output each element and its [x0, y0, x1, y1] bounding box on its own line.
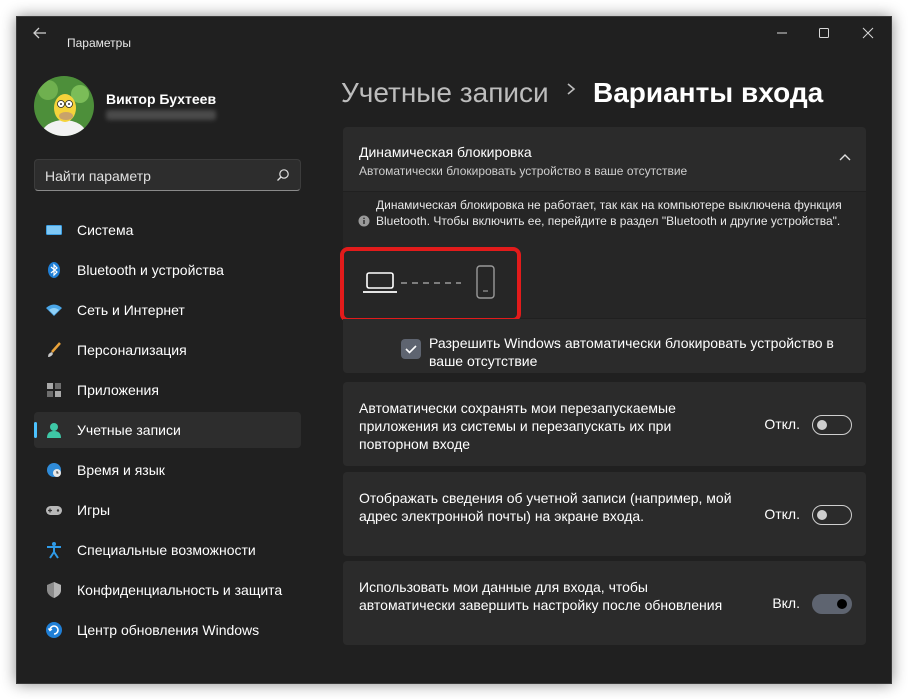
avatar[interactable]	[34, 76, 94, 136]
app-title: Параметры	[67, 36, 131, 50]
sidebar-item-label: Время и язык	[77, 462, 165, 478]
auto-lock-checkbox-label[interactable]: Разрешить Windows автоматически блокиров…	[429, 334, 849, 370]
search-box[interactable]	[34, 159, 301, 191]
gamepad-icon	[45, 501, 63, 519]
user-email-blurred	[106, 110, 216, 120]
sidebar-item-apps[interactable]: Приложения	[34, 372, 301, 408]
toggle-knob	[817, 420, 827, 430]
globe-clock-icon	[45, 461, 63, 479]
accessibility-icon	[45, 541, 63, 559]
toggle-switch[interactable]	[812, 594, 852, 614]
sidebar-item-label: Персонализация	[77, 342, 187, 358]
dynamic-lock-header[interactable]: Динамическая блокировка Автоматически бл…	[343, 127, 866, 191]
settings-window: Параметры Виктор Бухтеев Найти параметр …	[16, 16, 892, 684]
wifi-icon	[45, 301, 63, 319]
sidebar-item-label: Сеть и Интернет	[77, 302, 185, 318]
highlight-annotation	[340, 247, 521, 322]
title-bar: Параметры	[17, 17, 891, 51]
auto-lock-checkbox[interactable]	[401, 339, 421, 359]
breadcrumb-separator	[565, 79, 577, 105]
dynamic-lock-checkbox-row: Разрешить Windows автоматически блокиров…	[343, 319, 866, 373]
toggle-state-label: Откл.	[764, 506, 800, 522]
sidebar-item-label: Центр обновления Windows	[77, 622, 260, 638]
setting-card-account-details: Отображать сведения об учетной записи (н…	[343, 472, 866, 556]
sidebar-item-network[interactable]: Сеть и Интернет	[34, 292, 301, 328]
user-name: Виктор Бухтеев	[106, 91, 217, 107]
sidebar-item-label: Конфиденциальность и защита	[77, 582, 283, 598]
sidebar-item-personalization[interactable]: Персонализация	[34, 332, 301, 368]
info-icon	[358, 214, 370, 227]
maximize-icon[interactable]	[816, 26, 832, 42]
dynamic-lock-title: Динамическая блокировка	[359, 144, 532, 160]
brush-icon	[45, 341, 63, 359]
sidebar-item-system[interactable]: Система	[34, 212, 301, 248]
sidebar-item-time-language[interactable]: Время и язык	[34, 452, 301, 488]
sidebar-item-bluetooth[interactable]: Bluetooth и устройства	[34, 252, 301, 288]
setting-card-restart-apps: Автоматически сохранять мои перезапускае…	[343, 382, 866, 466]
chevron-up-icon[interactable]	[838, 151, 852, 165]
sidebar-item-privacy[interactable]: Конфиденциальность и защита	[34, 572, 301, 608]
account-icon	[45, 421, 63, 439]
sidebar-item-label: Специальные возможности	[77, 542, 256, 558]
breadcrumb-parent[interactable]: Учетные записи	[341, 77, 549, 109]
bluetooth-icon	[45, 261, 63, 279]
setting-card-sign-in-info: Использовать мои данные для входа, чтобы…	[343, 561, 866, 645]
checkmark-icon	[405, 345, 417, 354]
sidebar-item-label: Приложения	[77, 382, 159, 398]
apps-icon	[45, 381, 63, 399]
dynamic-lock-info: Динамическая блокировка не работает, так…	[376, 198, 842, 228]
dynamic-lock-subtitle: Автоматически блокировать устройство в в…	[359, 164, 688, 178]
sidebar-item-label: Система	[77, 222, 134, 238]
shield-icon	[45, 581, 63, 599]
page-title: Варианты входа	[593, 77, 824, 108]
back-arrow-icon[interactable]	[29, 25, 51, 45]
search-icon[interactable]	[276, 168, 290, 182]
monitor-icon	[45, 221, 63, 239]
sidebar-item-windows-update[interactable]: Центр обновления Windows	[34, 612, 301, 648]
sidebar-item-accounts[interactable]: Учетные записи	[34, 412, 301, 448]
toggle-switch[interactable]	[812, 415, 852, 435]
sidebar-nav: Система Bluetooth и устройства Сеть и Ин…	[34, 212, 301, 652]
search-input[interactable]	[45, 167, 265, 185]
toggle-knob	[837, 599, 847, 609]
sidebar-item-gaming[interactable]: Игры	[34, 492, 301, 528]
minimize-icon[interactable]	[774, 26, 790, 42]
close-icon[interactable]	[860, 26, 876, 42]
setting-label: Отображать сведения об учетной записи (н…	[359, 490, 732, 524]
setting-label: Использовать мои данные для входа, чтобы…	[359, 579, 723, 613]
sidebar-item-label: Учетные записи	[77, 422, 181, 438]
sidebar-item-label: Bluetooth и устройства	[77, 262, 224, 278]
toggle-switch[interactable]	[812, 505, 852, 525]
setting-label: Автоматически сохранять мои перезапускае…	[359, 400, 676, 452]
toggle-state-label: Вкл.	[772, 595, 800, 611]
update-icon	[45, 621, 63, 639]
toggle-state-label: Откл.	[764, 416, 800, 432]
sidebar-item-label: Игры	[77, 502, 111, 518]
toggle-knob	[817, 510, 827, 520]
sidebar-item-accessibility[interactable]: Специальные возможности	[34, 532, 301, 568]
